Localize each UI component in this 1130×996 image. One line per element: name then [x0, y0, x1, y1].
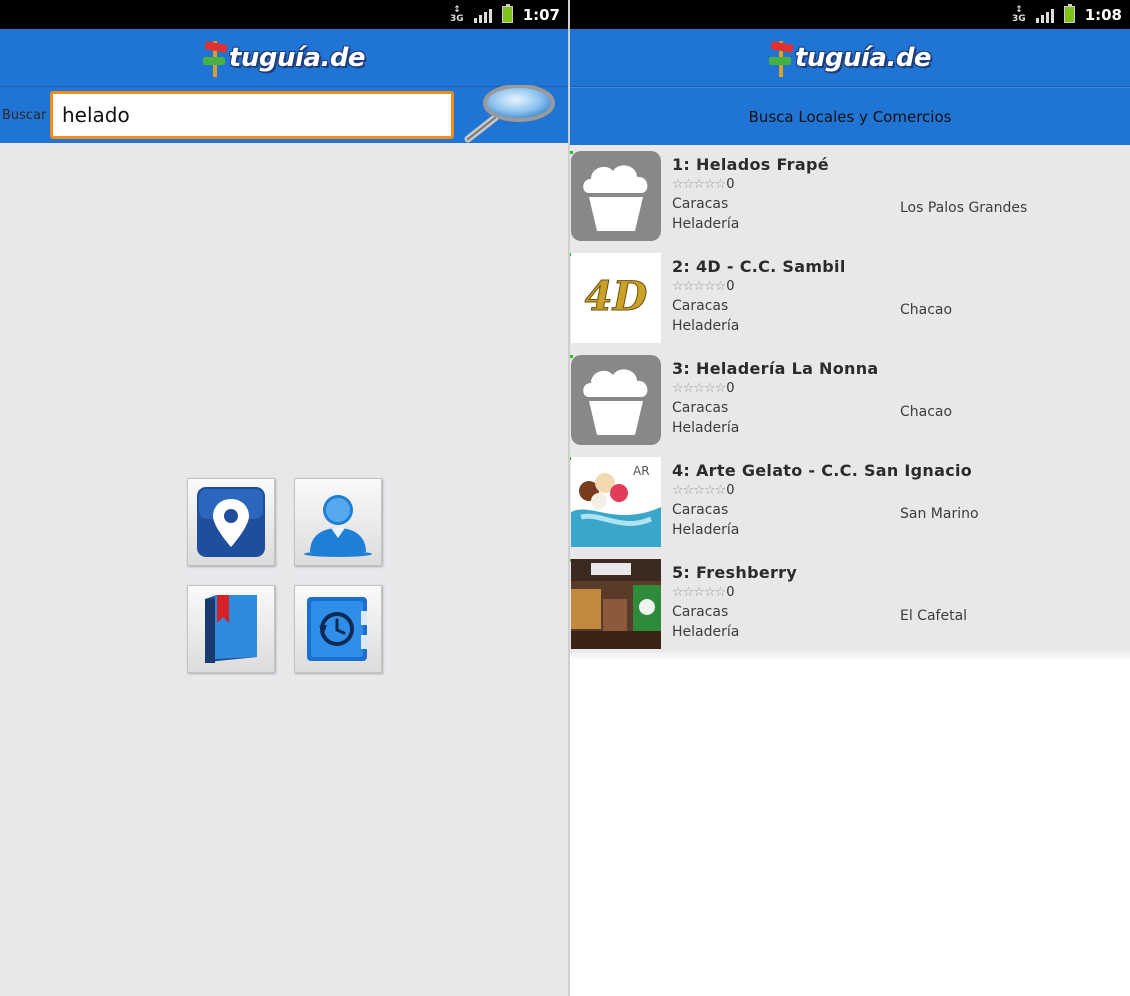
- battery-icon: [501, 4, 513, 23]
- profile-button[interactable]: [294, 478, 382, 566]
- list-item[interactable]: 5: Freshberry ☆☆☆☆☆ 0 Caracas Heladería E…: [570, 556, 1130, 658]
- signal-icon: [1035, 7, 1054, 23]
- clock: 1:07: [522, 5, 560, 24]
- cupcake-placeholder-icon: [571, 151, 661, 241]
- result-title: 3: Heladería La Nonna: [672, 359, 879, 378]
- rating: ☆☆☆☆☆ 0: [672, 585, 735, 600]
- subtitle-bar: Busca Locales y Comercios: [570, 87, 1130, 145]
- battery-icon: [1063, 4, 1075, 23]
- svg-text:AR: AR: [633, 464, 650, 478]
- star-rating-icon: ☆☆☆☆☆: [672, 585, 726, 600]
- star-rating-icon: ☆☆☆☆☆: [672, 279, 726, 294]
- result-category: Heladería: [672, 522, 740, 538]
- svg-text:4D: 4D: [585, 273, 648, 320]
- search-input[interactable]: [50, 91, 454, 139]
- result-title: 2: 4D - C.C. Sambil: [672, 257, 846, 276]
- network-3g-icon: ↕ 3G: [1012, 4, 1026, 24]
- star-rating-icon: ☆☆☆☆☆: [672, 381, 726, 396]
- 4d-logo: 4D: [571, 253, 661, 343]
- list-item[interactable]: 3: Heladería La Nonna ☆☆☆☆☆ 0 Caracas Hel…: [570, 352, 1130, 454]
- map-pin-icon: [197, 487, 265, 557]
- cupcake-placeholder-icon: [571, 355, 661, 445]
- result-area: El Cafetal: [900, 608, 968, 624]
- map-button[interactable]: [187, 478, 275, 566]
- search-button[interactable]: [462, 84, 556, 143]
- app-logo: tuguía.de: [768, 39, 932, 77]
- result-thumbnail: [571, 151, 661, 241]
- history-button[interactable]: [294, 585, 382, 673]
- list-item[interactable]: 1: Helados Frapé ☆☆☆☆☆ 0 Caracas Heladerí…: [570, 148, 1130, 250]
- logo-text: tuguía.de: [794, 42, 932, 73]
- app-header: tuguía.de: [570, 29, 1130, 87]
- history-clock-icon: [307, 597, 367, 661]
- result-thumbnail: 4D: [571, 253, 661, 343]
- result-title: 5: Freshberry: [672, 563, 798, 582]
- signpost-icon: [768, 39, 794, 77]
- result-title: 1: Helados Frapé: [672, 155, 829, 174]
- user-profile-icon: [304, 495, 372, 557]
- app-logo: tuguía.de: [202, 39, 366, 77]
- status-bar: ↕ 3G 1:08: [570, 0, 1130, 29]
- status-bar: ↕ 3G 1:07: [0, 0, 568, 29]
- result-area: Chacao: [900, 404, 953, 420]
- result-thumbnail: [571, 559, 661, 649]
- star-rating-icon: ☆☆☆☆☆: [672, 177, 726, 192]
- main-menu-grid: [187, 478, 382, 673]
- result-category: Heladería: [672, 624, 740, 640]
- rating: ☆☆☆☆☆ 0: [672, 177, 735, 192]
- bookmark-book-icon: [205, 595, 257, 663]
- favorites-button[interactable]: [187, 585, 275, 673]
- rating: ☆☆☆☆☆ 0: [672, 483, 735, 498]
- result-category: Heladería: [672, 420, 740, 436]
- search-screen: ↕ 3G 1:07 tuguía.de Buscar: [0, 0, 568, 996]
- star-rating-icon: ☆☆☆☆☆: [672, 483, 726, 498]
- list-item[interactable]: AR 4: Arte Gelato - C.C. San Ignacio ☆☆☆…: [570, 454, 1130, 556]
- clock: 1:08: [1084, 5, 1122, 24]
- page-subtitle: Busca Locales y Comercios: [748, 107, 952, 126]
- logo-text: tuguía.de: [228, 42, 366, 73]
- result-category: Heladería: [672, 318, 740, 334]
- result-category: Heladería: [672, 216, 740, 232]
- search-bar: Buscar: [0, 84, 568, 143]
- signal-icon: [473, 7, 492, 23]
- result-area: Los Palos Grandes: [900, 200, 1028, 216]
- magnifier-icon: [464, 84, 555, 143]
- network-3g-icon: ↕ 3G: [450, 4, 464, 24]
- result-area: San Marino: [900, 506, 979, 522]
- result-title: 4: Arte Gelato - C.C. San Ignacio: [672, 461, 973, 480]
- results-list: 1: Helados Frapé ☆☆☆☆☆ 0 Caracas Heladerí…: [570, 145, 1130, 650]
- rating: ☆☆☆☆☆ 0: [672, 279, 735, 294]
- arte-gelato-photo: AR: [571, 457, 661, 547]
- list-item[interactable]: 4D 2: 4D - C.C. Sambil ☆☆☆☆☆ 0 Caracas He…: [570, 250, 1130, 352]
- freshberry-photo: [571, 559, 661, 649]
- rating: ☆☆☆☆☆ 0: [672, 381, 735, 396]
- result-thumbnail: [571, 355, 661, 445]
- search-label: Buscar: [2, 107, 47, 123]
- signpost-icon: [202, 39, 228, 77]
- app-header: tuguía.de: [0, 29, 568, 87]
- result-area: Chacao: [900, 302, 953, 318]
- result-thumbnail: AR: [571, 457, 661, 547]
- results-screen: ↕ 3G 1:08 tuguía.de Busca Locales y Comer…: [570, 0, 1130, 996]
